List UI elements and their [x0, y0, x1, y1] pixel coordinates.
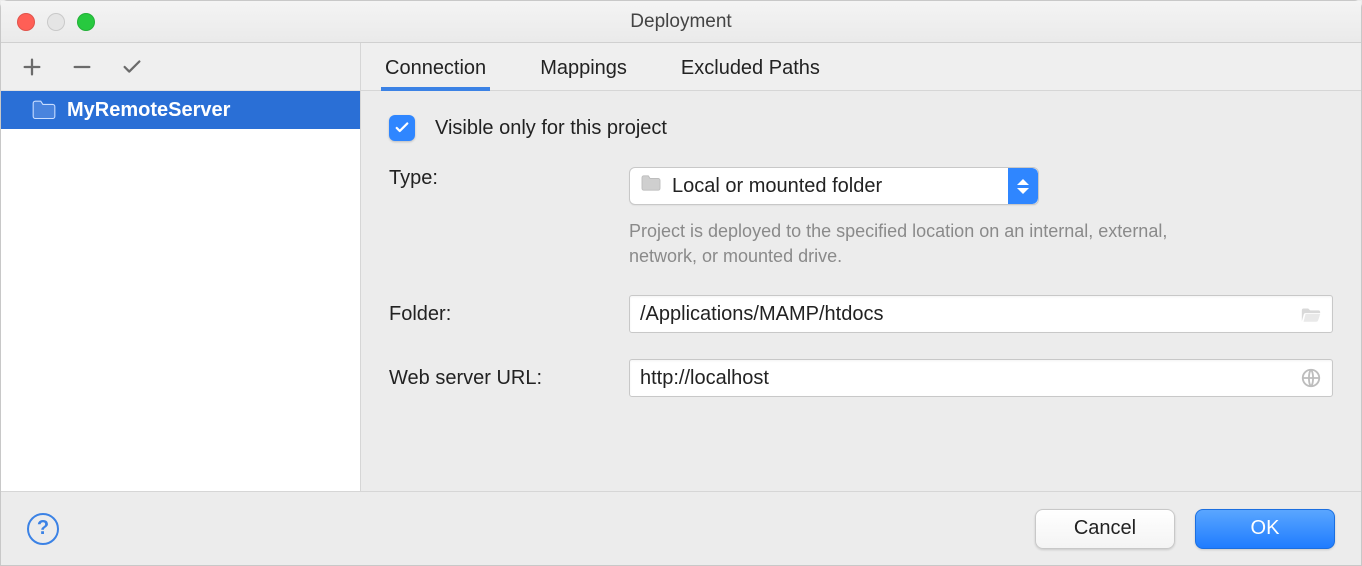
plus-icon: [21, 56, 43, 78]
traffic-lights: [1, 13, 95, 31]
tab-excluded-paths[interactable]: Excluded Paths: [679, 45, 822, 90]
titlebar: Deployment: [1, 1, 1361, 43]
chevron-updown-icon: [1008, 168, 1038, 204]
browse-folder-button[interactable]: [1300, 303, 1322, 325]
minimize-window-icon[interactable]: [47, 13, 65, 31]
help-button[interactable]: ?: [27, 513, 59, 545]
set-default-button[interactable]: [119, 54, 145, 80]
remove-server-button[interactable]: [69, 54, 95, 80]
folder-input[interactable]: /Applications/MAMP/htdocs: [629, 295, 1333, 333]
type-select[interactable]: Local or mounted folder: [629, 167, 1039, 205]
globe-icon: [1300, 367, 1322, 389]
folder-input-value: /Applications/MAMP/htdocs: [640, 303, 1290, 326]
tab-bar: Connection Mappings Excluded Paths: [361, 43, 1361, 91]
type-select-value: Local or mounted folder: [672, 175, 998, 198]
url-row: Web server URL: http://localhost: [389, 359, 1333, 397]
folder-icon: [31, 100, 57, 120]
url-input-value: http://localhost: [640, 367, 1290, 390]
visible-only-label: Visible only for this project: [435, 117, 667, 140]
type-hint: Project is deployed to the specified loc…: [629, 219, 1189, 269]
dialog-footer: ? Cancel OK: [1, 491, 1361, 565]
server-item-label: MyRemoteServer: [67, 99, 230, 122]
url-label: Web server URL:: [389, 367, 619, 390]
connection-form: Visible only for this project Type: Loca…: [361, 91, 1361, 407]
add-server-button[interactable]: [19, 54, 45, 80]
type-label: Type:: [389, 167, 619, 190]
open-folder-icon: [1300, 303, 1322, 325]
server-list-panel: MyRemoteServer: [1, 43, 361, 491]
checkmark-icon: [393, 119, 411, 137]
check-icon: [121, 56, 143, 78]
close-window-icon[interactable]: [17, 13, 35, 31]
type-row: Type: Local or mounted folder Project is…: [389, 167, 1333, 269]
visible-only-row: Visible only for this project: [389, 115, 1333, 141]
window-title: Deployment: [1, 11, 1361, 33]
folder-icon: [640, 174, 662, 198]
server-list: MyRemoteServer: [1, 91, 360, 491]
server-item-myremoteserver[interactable]: MyRemoteServer: [1, 91, 360, 129]
minus-icon: [71, 56, 93, 78]
cancel-button[interactable]: Cancel: [1035, 509, 1175, 549]
server-list-toolbar: [1, 43, 360, 91]
folder-row: Folder: /Applications/MAMP/htdocs: [389, 295, 1333, 333]
detail-panel: Connection Mappings Excluded Paths Visib…: [361, 43, 1361, 491]
visible-only-checkbox[interactable]: [389, 115, 415, 141]
url-input[interactable]: http://localhost: [629, 359, 1333, 397]
tab-connection[interactable]: Connection: [383, 45, 488, 90]
tab-mappings[interactable]: Mappings: [538, 45, 629, 90]
main-split: MyRemoteServer Connection Mappings Exclu…: [1, 43, 1361, 491]
ok-button[interactable]: OK: [1195, 509, 1335, 549]
open-in-browser-button[interactable]: [1300, 367, 1322, 389]
zoom-window-icon[interactable]: [77, 13, 95, 31]
folder-label: Folder:: [389, 303, 619, 326]
